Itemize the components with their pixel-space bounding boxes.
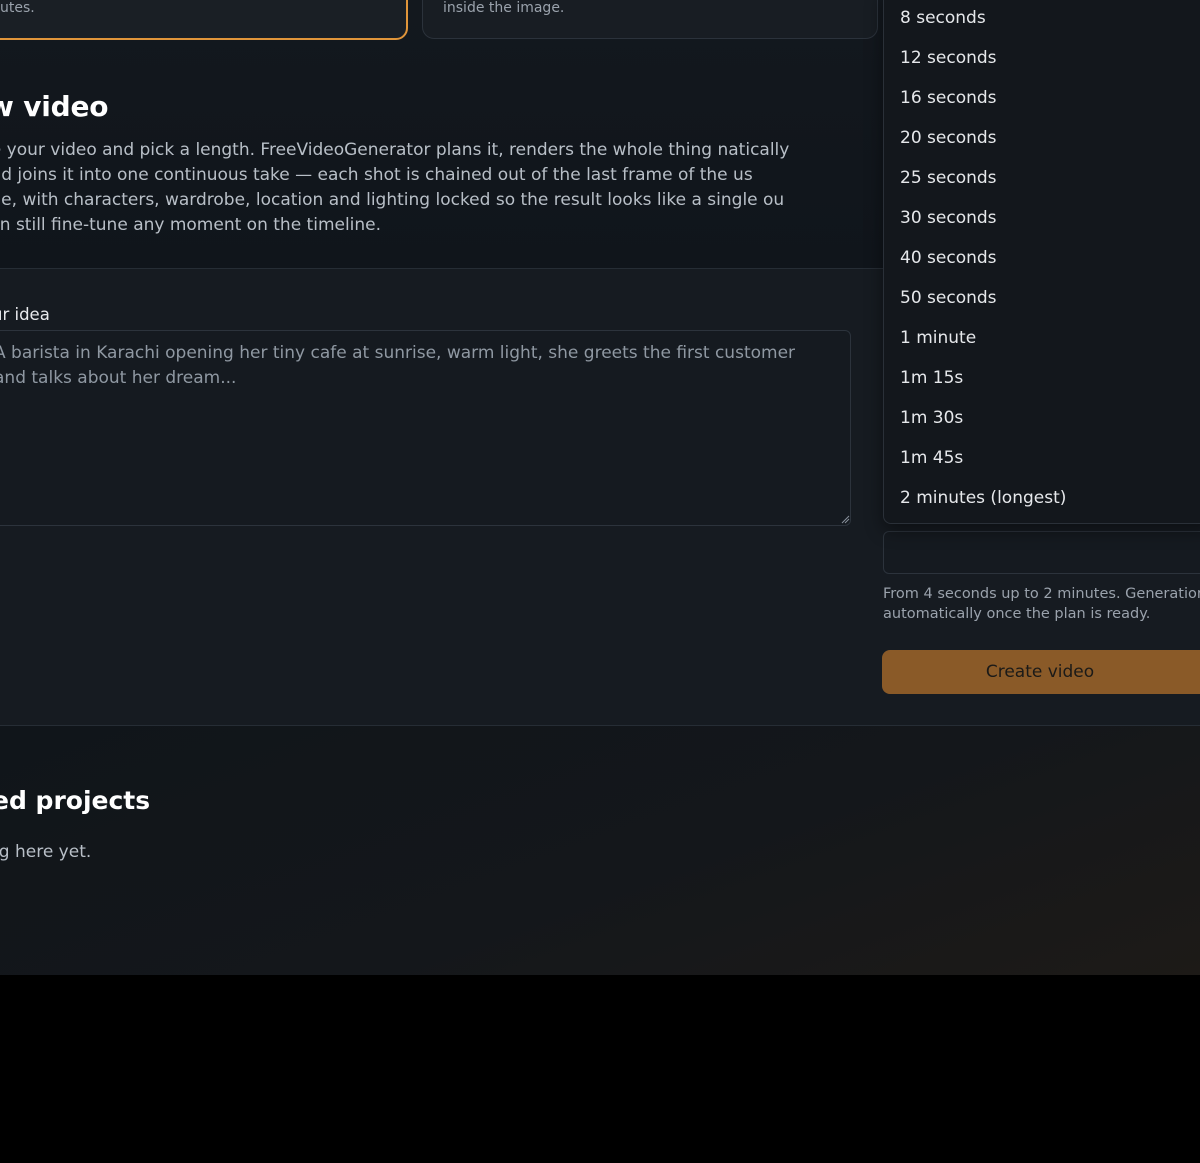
duration-option[interactable]: 1m 15s [900, 358, 963, 398]
duration-hint: From 4 seconds up to 2 minutes. Generati… [883, 586, 1200, 622]
mode-card-selected[interactable] [0, 0, 408, 40]
duration-option[interactable]: 1m 45s [900, 438, 963, 478]
create-video-button-label: Create video [985, 662, 1095, 682]
duration-dropdown: 8 seconds 12 seconds 16 seconds 20 secon… [883, 0, 1200, 524]
saved-projects-empty: ng here yet. [0, 842, 92, 862]
saved-projects-section [0, 726, 1200, 975]
duration-option[interactable]: 1m 30s [900, 398, 963, 438]
idea-textarea-value: A barista in Karachi opening her tiny ca… [0, 343, 796, 388]
duration-option[interactable]: 8 seconds [900, 0, 986, 38]
duration-option[interactable]: 40 seconds [900, 238, 997, 278]
mode-card-description: inside the image. [443, 0, 565, 16]
create-video-button[interactable]: Create video [882, 650, 1200, 694]
duration-option[interactable]: 12 seconds [900, 38, 997, 78]
duration-option[interactable]: 30 seconds [900, 198, 997, 238]
duration-select[interactable] [883, 531, 1200, 574]
duration-option[interactable]: 1 minute [900, 318, 976, 358]
page-description: be your video and pick a length. FreeVid… [0, 140, 790, 235]
mode-card-description: utes. [0, 0, 35, 16]
duration-option[interactable]: 20 seconds [900, 118, 997, 158]
duration-option[interactable]: 2 minutes (longest) [900, 478, 1066, 518]
page-title: w video [0, 90, 109, 123]
duration-option[interactable]: 16 seconds [900, 78, 997, 118]
idea-label: ur idea [0, 305, 50, 324]
saved-projects-title: ed projects [0, 786, 151, 815]
duration-option[interactable]: 50 seconds [900, 278, 997, 318]
duration-option[interactable]: 25 seconds [900, 158, 997, 198]
resize-handle-icon[interactable] [840, 514, 850, 524]
